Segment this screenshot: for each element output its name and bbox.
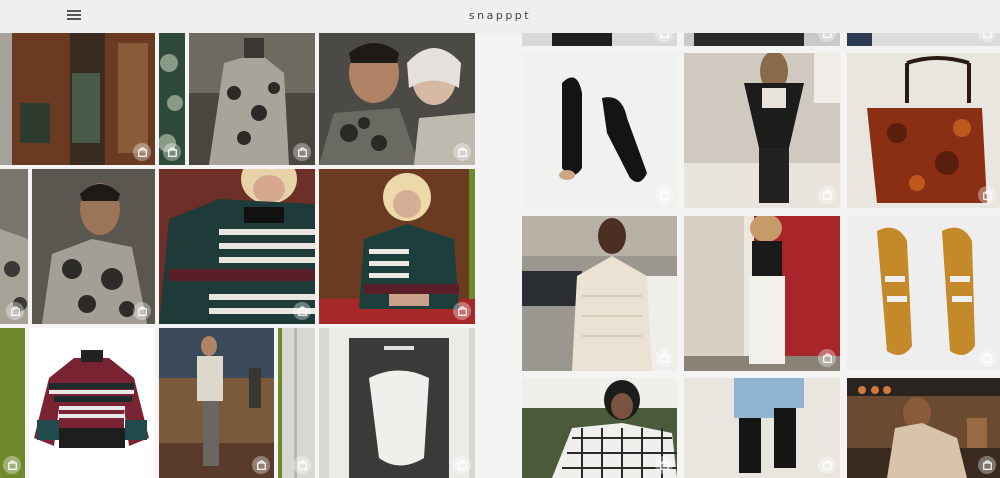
- shopping-bag-icon[interactable]: [293, 456, 311, 474]
- shopping-bag-icon[interactable]: [978, 456, 996, 474]
- tile-floral-shirt-man[interactable]: [32, 169, 155, 324]
- top-navigation-bar: snapppt: [0, 0, 1000, 33]
- tile-photo: [847, 216, 1000, 371]
- shopping-bag-icon[interactable]: [655, 186, 673, 204]
- tile-top-crop-1[interactable]: [522, 33, 677, 46]
- shopping-bag-icon[interactable]: [252, 456, 270, 474]
- shopping-bag-icon[interactable]: [133, 143, 151, 161]
- tile-fleece-vest-look[interactable]: [159, 328, 274, 478]
- tile-floral-shirt-couple[interactable]: [319, 33, 475, 165]
- tile-photo: [847, 378, 1000, 478]
- tile-photo: [684, 378, 840, 478]
- shopping-bag-icon[interactable]: [453, 302, 471, 320]
- tile-striped-sweater-seated[interactable]: [319, 169, 475, 324]
- tile-photo: [522, 33, 677, 46]
- tile-photo: [0, 169, 28, 324]
- shopping-bag-icon[interactable]: [818, 349, 836, 367]
- tile-jeans-black-socks[interactable]: [684, 378, 840, 478]
- shopping-bag-icon[interactable]: [453, 456, 471, 474]
- tile-photo: [522, 378, 677, 478]
- tile-gingham-coat[interactable]: [522, 378, 677, 478]
- tile-photo: [278, 328, 315, 478]
- tile-photo: [32, 169, 155, 324]
- tile-photo: [29, 328, 155, 478]
- tile-photo: [522, 53, 677, 208]
- shopping-bag-icon[interactable]: [293, 302, 311, 320]
- tile-the-youth-tee[interactable]: [319, 328, 475, 478]
- tile-green-block[interactable]: [0, 328, 25, 478]
- shopping-bag-icon[interactable]: [6, 302, 24, 320]
- tile-cafe-knit-cardigan[interactable]: [847, 378, 1000, 478]
- shopping-bag-icon[interactable]: [133, 456, 151, 474]
- shopping-bag-icon[interactable]: [818, 186, 836, 204]
- tile-floral-coat-stairs[interactable]: [189, 33, 315, 165]
- tile-striped-sweater-product[interactable]: [29, 328, 155, 478]
- shopping-bag-icon[interactable]: [163, 143, 181, 161]
- tile-photo: [159, 328, 274, 478]
- tile-photo: [159, 169, 315, 324]
- shopping-bag-icon[interactable]: [293, 143, 311, 161]
- shopping-bag-icon[interactable]: [818, 456, 836, 474]
- shopping-bag-icon[interactable]: [3, 456, 21, 474]
- tile-striped-sweater-closeup[interactable]: [159, 169, 315, 324]
- tile-photo: [0, 33, 155, 165]
- instagram-feed-left: [0, 0, 475, 478]
- tile-staircase-crop[interactable]: [0, 169, 28, 324]
- tile-black-jacket-jeans[interactable]: [684, 53, 840, 208]
- tile-photo: [684, 216, 840, 371]
- shopping-bag-icon[interactable]: [978, 349, 996, 367]
- tile-photo: [684, 33, 840, 46]
- brand-logo-text: snapppt: [468, 9, 532, 22]
- tile-photo: [847, 33, 1000, 46]
- tile-photo: [319, 328, 475, 478]
- shopping-bag-icon[interactable]: [453, 143, 471, 161]
- tile-top-crop-2[interactable]: [684, 33, 840, 46]
- tile-black-mules[interactable]: [522, 53, 677, 208]
- tile-photo: [319, 169, 475, 324]
- instagram-feed-right: [520, 0, 1000, 478]
- tile-photo: [684, 53, 840, 208]
- tile-white-jeans-red-door[interactable]: [684, 216, 840, 371]
- tile-library-skirt-look[interactable]: [0, 33, 155, 165]
- tile-top-crop-3[interactable]: [847, 33, 1000, 46]
- tile-tortoise-tote[interactable]: [847, 53, 1000, 208]
- tile-white-knit-sweater[interactable]: [522, 216, 677, 371]
- shopping-bag-icon[interactable]: [655, 349, 673, 367]
- tile-photo: [847, 53, 1000, 208]
- tile-print-pattern-detail[interactable]: [159, 33, 185, 165]
- tile-tan-sandals[interactable]: [847, 216, 1000, 371]
- shopping-bag-icon[interactable]: [978, 186, 996, 204]
- tile-photo: [319, 33, 475, 165]
- tile-curtain-crop[interactable]: [278, 328, 315, 478]
- tile-photo: [522, 216, 677, 371]
- shopping-bag-icon[interactable]: [133, 302, 151, 320]
- shopping-bag-icon[interactable]: [655, 456, 673, 474]
